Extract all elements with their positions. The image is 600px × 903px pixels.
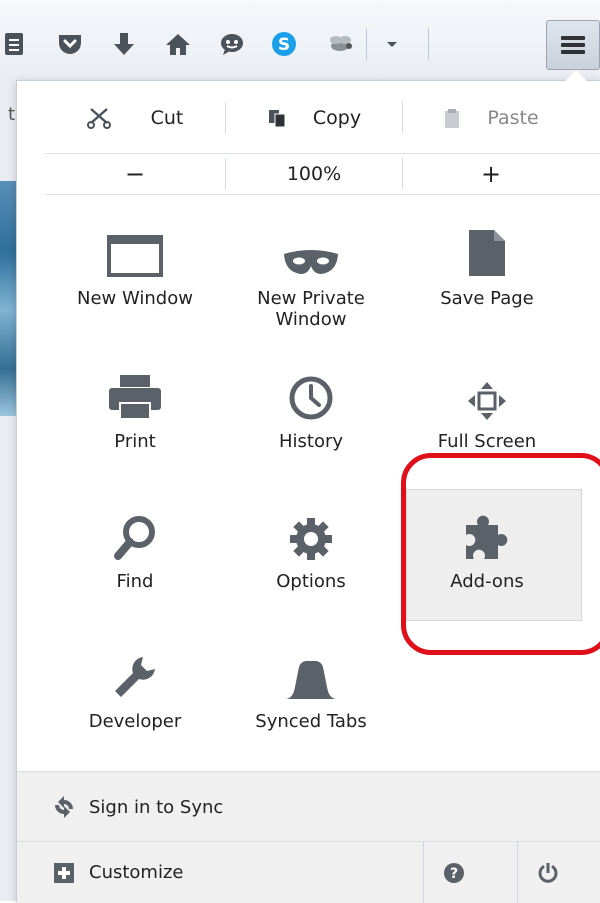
zoom-out-button[interactable]: −: [45, 154, 225, 194]
extension-icon[interactable]: [320, 22, 360, 66]
hamburger-menu-button[interactable]: [546, 20, 600, 70]
sign-in-sync-button[interactable]: Sign in to Sync: [17, 771, 600, 842]
full-screen-icon: [468, 382, 506, 420]
hamburger-menu-icon: [561, 36, 585, 54]
help-button[interactable]: ?: [423, 842, 484, 903]
bottom-bar: Customize ?: [17, 841, 600, 903]
quit-button[interactable]: [517, 842, 578, 903]
zoom-out-label: −: [124, 160, 146, 188]
pocket-icon[interactable]: [50, 22, 90, 66]
find-label: Find: [116, 571, 154, 592]
power-icon: [538, 862, 558, 883]
copy-button[interactable]: Copy: [226, 98, 402, 138]
zoom-in-label: +: [480, 160, 502, 188]
printer-icon: [109, 375, 161, 420]
synced-tabs-button[interactable]: Synced Tabs: [223, 641, 399, 732]
clipboard-icon: [445, 109, 460, 128]
chat-icon[interactable]: [212, 22, 252, 66]
app-menu-panel: Cut Copy Paste − 100% + New Window New P…: [16, 70, 600, 903]
synced-tabs-icon: [285, 661, 337, 699]
history-label: History: [278, 431, 344, 452]
sync-icon: [55, 796, 73, 818]
print-button[interactable]: Print: [47, 361, 223, 452]
sync-label: Sign in to Sync: [89, 796, 224, 818]
save-page-button[interactable]: Save Page: [399, 218, 575, 309]
skype-icon[interactable]: S: [264, 22, 304, 66]
addons-highlight-annotation: [401, 453, 600, 655]
page-text-fragment: t: [8, 104, 16, 125]
zoom-reset-button[interactable]: 100%: [226, 154, 402, 194]
full-screen-button[interactable]: Full Screen: [399, 361, 575, 452]
home-icon[interactable]: [158, 22, 198, 66]
new-window-icon: [107, 235, 163, 277]
cut-label: Cut: [150, 107, 184, 129]
svg-text:?: ?: [450, 866, 458, 882]
full-screen-label: Full Screen: [437, 431, 537, 452]
zoom-in-button[interactable]: +: [403, 154, 579, 194]
gear-icon: [290, 518, 332, 560]
scissors-icon: [86, 108, 111, 129]
new-private-label-line2: Window: [275, 309, 347, 330]
new-private-label-line1: New Private: [257, 288, 365, 309]
zoom-level: 100%: [286, 163, 342, 185]
paste-label: Paste: [487, 107, 539, 129]
wrench-icon: [115, 657, 155, 697]
clock-icon: [289, 376, 333, 420]
customize-label: Customize: [89, 862, 184, 883]
synced-tabs-label: Synced Tabs: [255, 711, 367, 732]
customize-button[interactable]: Customize: [17, 842, 183, 903]
downloads-icon[interactable]: [104, 22, 144, 66]
private-mask-icon: [284, 250, 338, 274]
zoom-controls: − 100% +: [45, 153, 600, 195]
magnifier-icon: [114, 516, 155, 560]
save-page-label: Save Page: [440, 288, 534, 309]
developer-button[interactable]: Developer: [47, 641, 223, 732]
new-window-label: New Window: [77, 288, 193, 309]
options-button[interactable]: Options: [223, 501, 399, 592]
browser-toolbar: S: [0, 0, 600, 87]
save-page-icon: [469, 230, 505, 276]
find-button[interactable]: Find: [47, 501, 223, 592]
copy-label: Copy: [312, 107, 362, 129]
new-window-button[interactable]: New Window: [47, 218, 223, 309]
paste-button[interactable]: Paste: [403, 98, 579, 138]
bookmarks-icon[interactable]: [0, 22, 34, 66]
svg-text:S: S: [278, 35, 290, 55]
overflow-icon[interactable]: [372, 22, 412, 66]
help-icon: ?: [444, 862, 464, 883]
new-private-window-button[interactable]: New Private Window: [223, 218, 399, 330]
developer-label: Developer: [88, 711, 182, 732]
plus-box-icon: [54, 862, 74, 883]
options-label: Options: [276, 571, 346, 592]
cut-button[interactable]: Cut: [45, 98, 225, 138]
edit-controls: Cut Copy Paste: [45, 98, 600, 138]
print-label: Print: [114, 431, 156, 452]
copy-icon: [268, 110, 286, 128]
history-button[interactable]: History: [223, 361, 399, 452]
